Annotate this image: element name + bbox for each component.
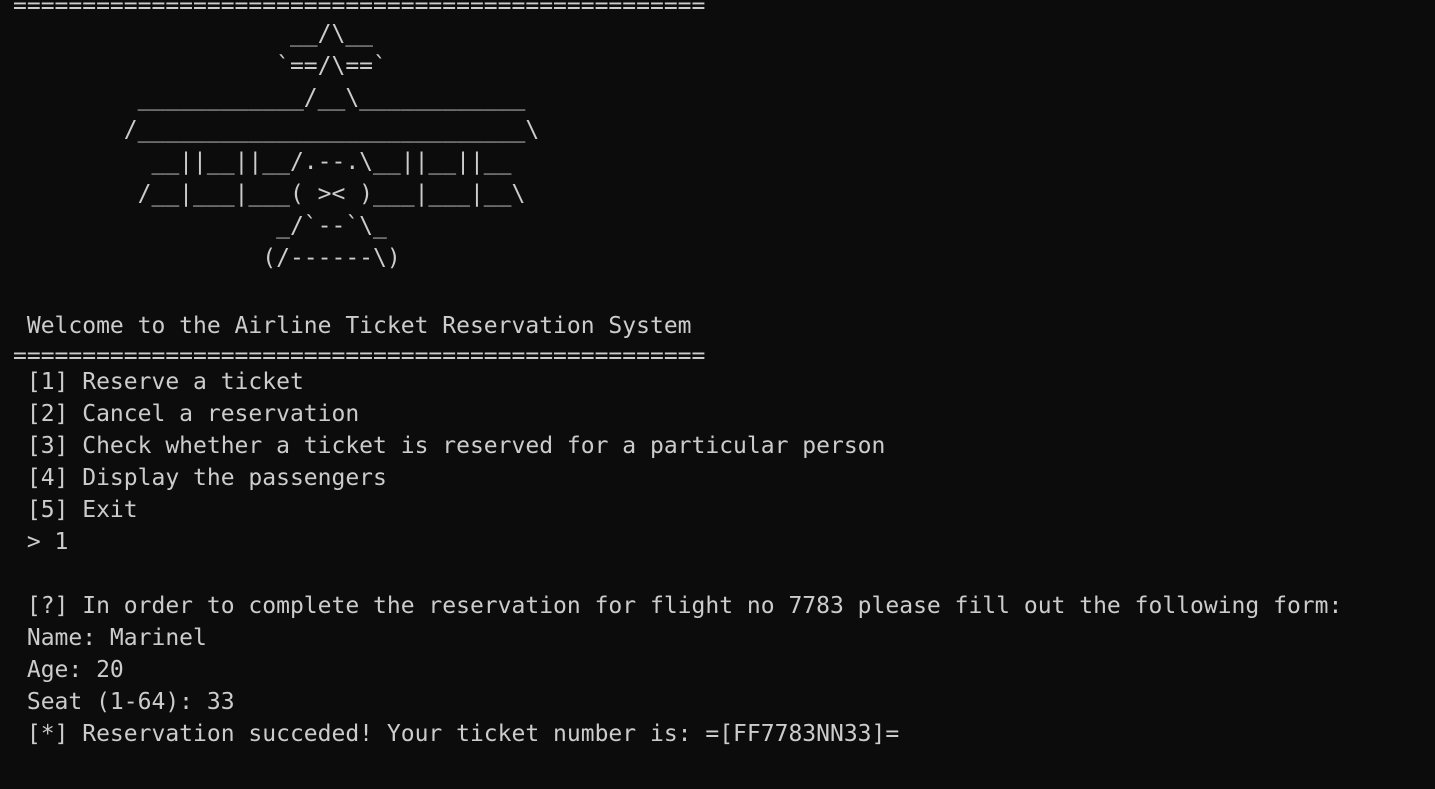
menu-item-cancel: [2] Cancel a reservation <box>13 401 360 427</box>
menu-item-exit: [5] Exit <box>13 497 138 523</box>
ascii-art-line-8: (/------\) <box>13 245 401 271</box>
ascii-art-line-1: __/\__ <box>13 21 374 47</box>
separator-bottom: ========================================… <box>13 343 706 369</box>
welcome-title: Welcome to the Airline Ticket Reservatio… <box>13 313 692 339</box>
name-field: Name: Marinel <box>13 625 207 651</box>
ascii-art-line-3: ____________/__\____________ <box>13 85 526 111</box>
ascii-art-line-2: `==/\==` <box>13 53 387 79</box>
ascii-art-line-5: __||__||__/.--.\__||__||__ <box>13 149 512 175</box>
menu-item-check: [3] Check whether a ticket is reserved f… <box>13 433 886 459</box>
ascii-art-line-7: _/`--`\_ <box>13 213 387 239</box>
menu-item-display: [4] Display the passengers <box>13 465 387 491</box>
form-intro: [?] In order to complete the reservation… <box>13 593 1343 619</box>
age-field: Age: 20 <box>13 657 124 683</box>
terminal-window[interactable]: ========================================… <box>0 0 1435 789</box>
input-prompt: > 1 <box>13 529 69 555</box>
reservation-result: [*] Reservation succeded! Your ticket nu… <box>13 721 900 747</box>
seat-field: Seat (1-64): 33 <box>13 689 235 715</box>
ascii-art-line-6: /__|___|___( >< )___|___|__\ <box>13 181 526 207</box>
menu-item-reserve: [1] Reserve a ticket <box>13 369 304 395</box>
ascii-art-line-4: /____________________________\ <box>13 117 540 143</box>
separator-top: ========================================… <box>13 0 706 19</box>
